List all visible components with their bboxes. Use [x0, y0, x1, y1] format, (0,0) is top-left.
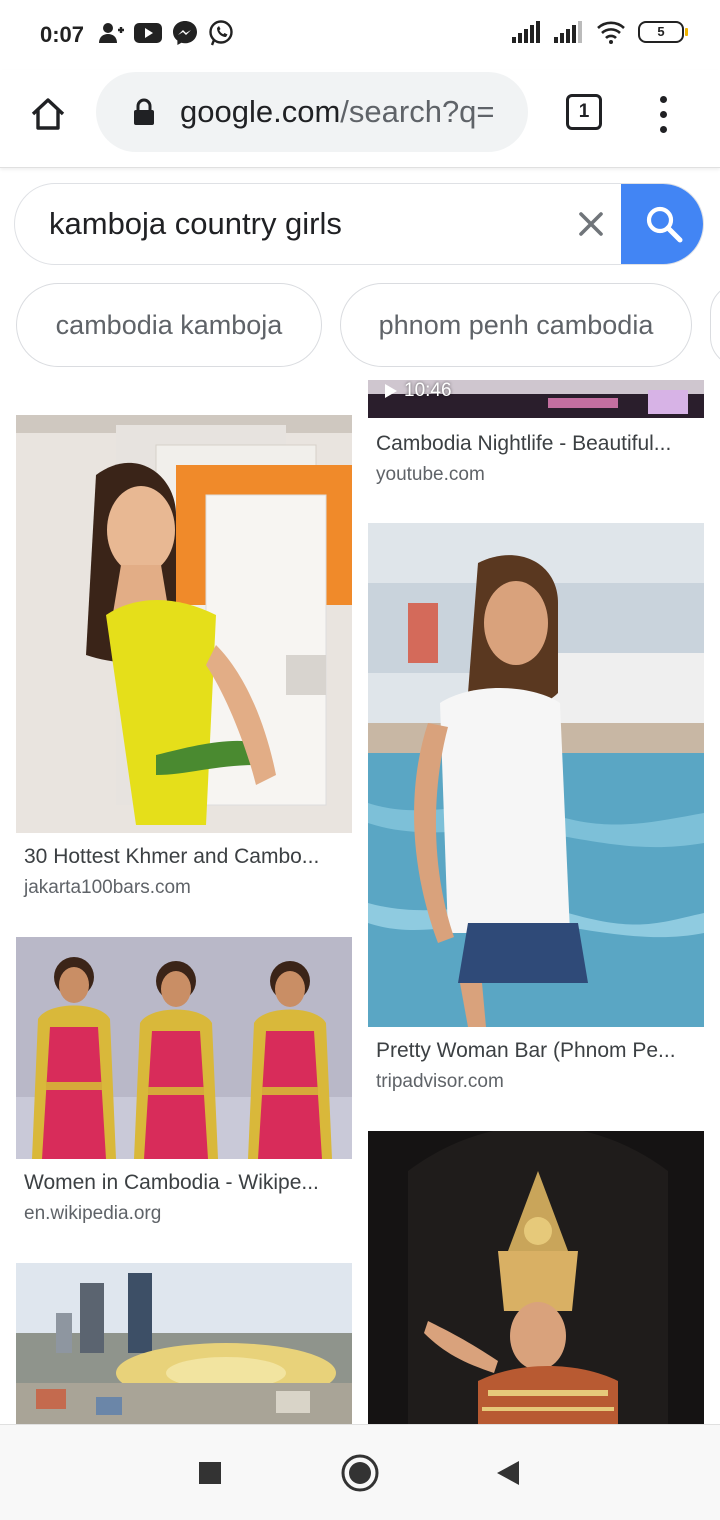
messenger-icon — [173, 21, 197, 45]
system-navigation-bar — [0, 1424, 720, 1520]
search-button[interactable] — [621, 184, 703, 264]
signal-icon — [512, 21, 540, 43]
related-search-chips: cambodia kamboja phnom penh cambodia — [16, 283, 720, 367]
circle-icon — [341, 1454, 379, 1492]
result-thumbnail[interactable] — [16, 937, 352, 1159]
video-duration: 10:46 — [384, 380, 452, 402]
result-thumbnail[interactable] — [16, 415, 352, 833]
battery-icon: 5 — [638, 21, 688, 43]
video-result-card[interactable]: 10:46 Cambodia Nightlife - Beautiful... … — [368, 380, 704, 500]
result-title[interactable]: Pretty Woman Bar (Phnom Pe... — [376, 1039, 698, 1063]
back-triangle-icon — [497, 1461, 519, 1485]
result-title[interactable]: Women in Cambodia - Wikipe... — [24, 1171, 346, 1195]
tab-switcher-button[interactable]: 1 — [566, 94, 602, 130]
play-icon — [385, 384, 397, 398]
browser-toolbar: google.com/search?q= 1 — [0, 70, 720, 168]
recents-button[interactable] — [190, 1453, 230, 1493]
url-path: /search?q= — [340, 94, 495, 129]
close-icon — [579, 212, 603, 236]
url-host: google.com — [180, 94, 341, 129]
status-bar: 0:07 5 — [0, 0, 720, 70]
signal-icon — [554, 21, 582, 43]
chip-related-search[interactable]: cambodia kamboja — [16, 283, 322, 367]
result-domain: jakarta100bars.com — [24, 877, 191, 898]
more-menu-button[interactable] — [648, 90, 678, 138]
notification-icons — [98, 20, 234, 46]
result-title[interactable]: Cambodia Nightlife - Beautiful... — [376, 432, 698, 456]
whatsapp-icon — [209, 20, 233, 46]
duration-text: 10:46 — [404, 380, 452, 401]
result-thumbnail[interactable] — [368, 1131, 704, 1424]
system-icons: 5 — [512, 20, 688, 44]
square-icon — [199, 1462, 221, 1484]
add-contact-icon — [99, 23, 124, 43]
result-domain: youtube.com — [376, 464, 485, 485]
lock-icon — [132, 97, 156, 127]
result-thumbnail[interactable] — [16, 1263, 352, 1424]
image-result-card[interactable]: 30 Hottest Khmer and Cambo... jakarta100… — [16, 415, 352, 915]
youtube-icon — [134, 23, 162, 43]
chip-related-search[interactable]: phnom penh cambodia — [340, 283, 692, 367]
home-nav-button[interactable] — [340, 1453, 380, 1493]
wifi-icon — [597, 21, 625, 44]
result-thumbnail[interactable] — [368, 523, 704, 1027]
result-domain: en.wikipedia.org — [24, 1203, 162, 1224]
search-input[interactable]: kamboja country girls — [49, 206, 342, 242]
image-results-grid: 30 Hottest Khmer and Cambo... jakarta100… — [0, 380, 720, 1424]
search-box: kamboja country girls — [14, 183, 704, 265]
address-bar[interactable]: google.com/search?q= — [96, 72, 528, 152]
search-icon — [646, 206, 683, 243]
image-result-card[interactable]: Pretty Woman Bar (Phnom Pe... tripadviso… — [368, 523, 704, 1103]
result-domain: tripadvisor.com — [376, 1071, 504, 1092]
image-result-card[interactable] — [16, 1263, 352, 1424]
status-time: 0:07 — [40, 22, 85, 47]
chip-related-search-partial[interactable] — [710, 283, 720, 367]
home-button[interactable] — [24, 90, 72, 138]
home-icon — [31, 98, 65, 130]
url-text: google.com/search?q= — [180, 94, 520, 130]
clear-search-button[interactable] — [573, 206, 609, 242]
image-result-card[interactable] — [368, 1131, 704, 1424]
image-result-card[interactable]: Women in Cambodia - Wikipe... en.wikiped… — [16, 937, 352, 1247]
result-title[interactable]: 30 Hottest Khmer and Cambo... — [24, 845, 346, 869]
back-button[interactable] — [488, 1453, 528, 1493]
